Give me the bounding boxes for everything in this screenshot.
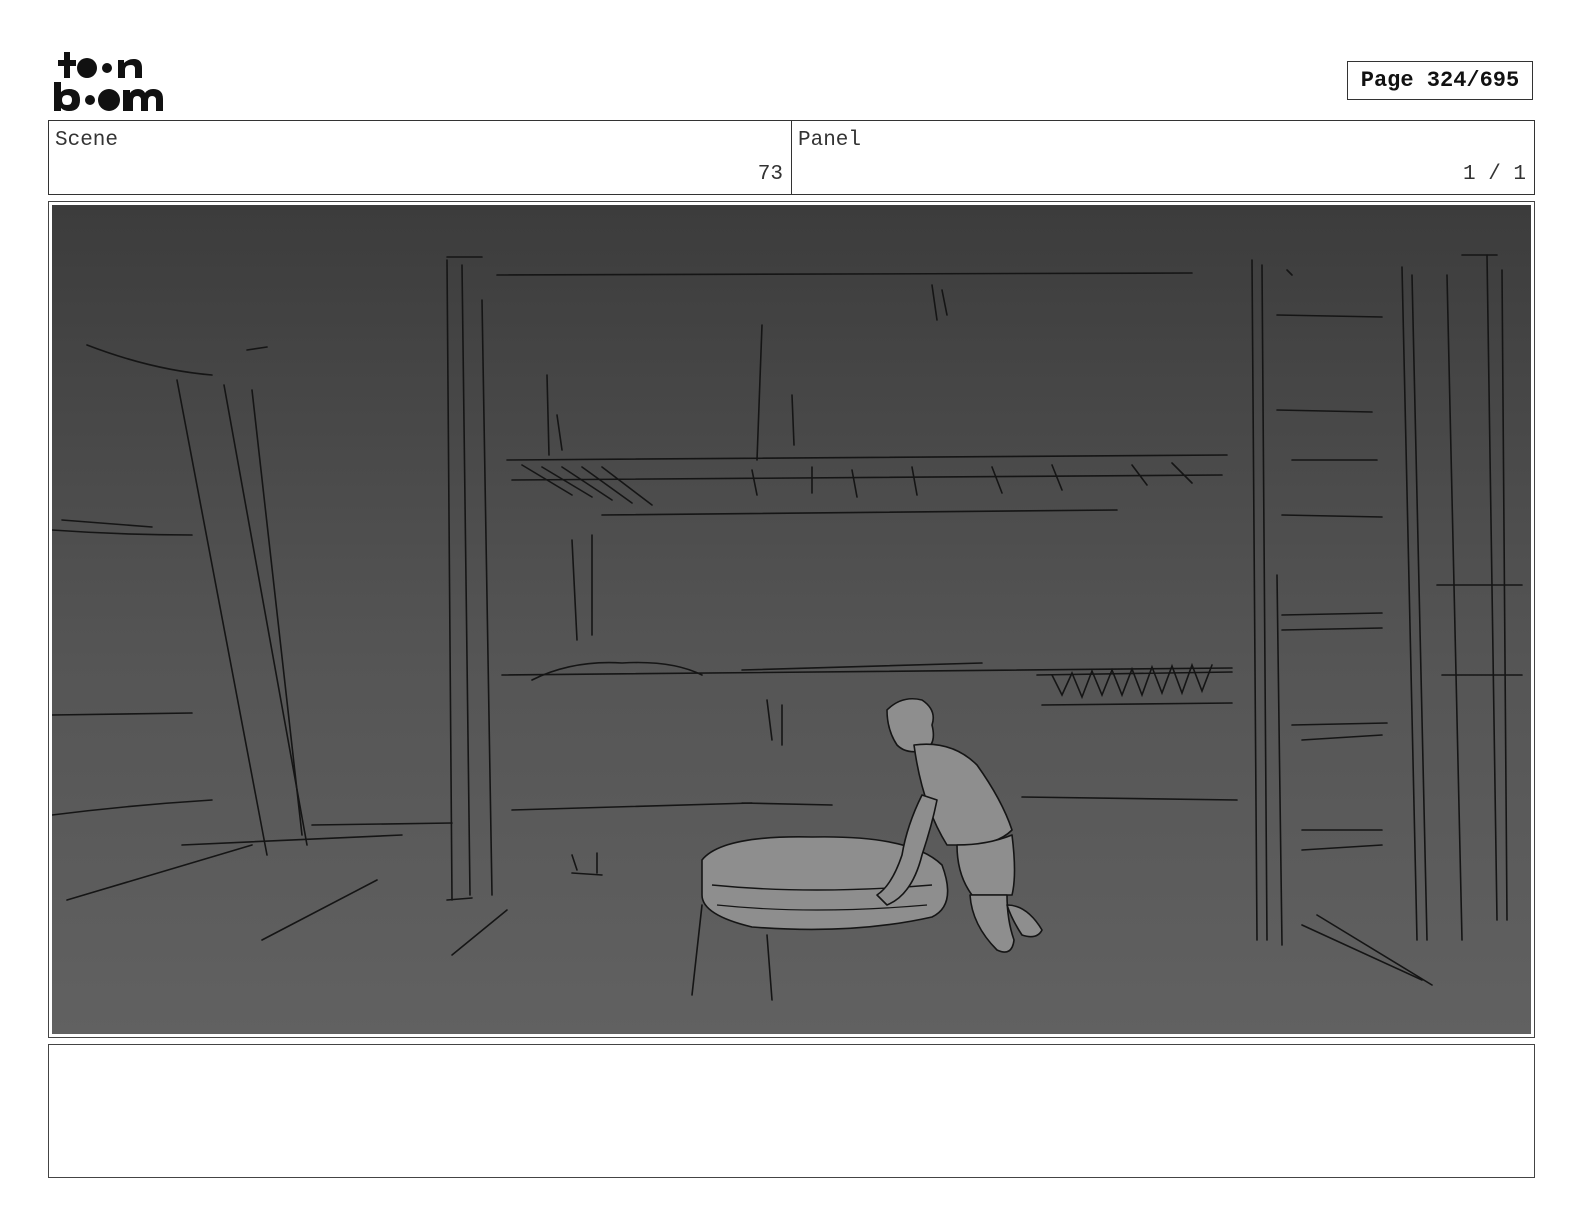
notes-box[interactable] — [48, 1044, 1535, 1178]
panel-label: Panel — [798, 129, 862, 152]
panel-number: 1 / 1 — [1462, 163, 1526, 186]
storyboard-panel-frame — [48, 201, 1535, 1038]
panel-cell: Panel 1 / 1 — [791, 121, 1534, 194]
scene-number: 73 — [757, 163, 783, 186]
toon-boom-logo — [54, 52, 163, 111]
page-indicator: Page 324/695 — [1347, 61, 1533, 100]
storyboard-sketch — [52, 205, 1531, 1034]
scene-cell: Scene 73 — [49, 121, 791, 194]
scene-label: Scene — [55, 129, 119, 152]
info-row: Scene 73 Panel 1 / 1 — [48, 120, 1535, 195]
